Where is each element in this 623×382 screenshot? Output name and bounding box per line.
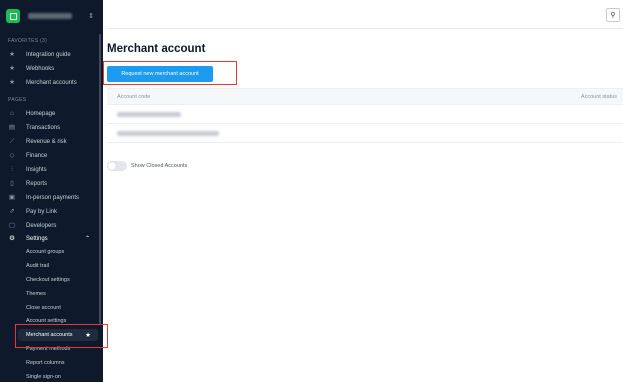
sidebar-item-revenue-risk[interactable]: ⟋ Revenue & risk: [8, 135, 98, 148]
sidebar-item-label: Homepage: [26, 110, 56, 117]
column-header-account-code[interactable]: Account code: [117, 94, 150, 100]
sidebar-item-label: In-person payments: [26, 194, 80, 201]
table-row[interactable]: [107, 124, 623, 143]
favorite-label: Integration guide: [26, 51, 71, 58]
favorite-item-merchant-accounts[interactable]: ★ Merchant accounts: [8, 76, 98, 89]
star-icon: ★: [9, 50, 15, 58]
developers-icon: ▢: [8, 221, 16, 229]
sidebar-item-pay-by-link[interactable]: ⇗ Pay by Link: [8, 205, 98, 218]
settings-item-label: Merchant accounts: [26, 332, 73, 338]
top-bar: ⚲: [106, 0, 623, 29]
sidebar-item-in-person-payments[interactable]: ▣ In-person payments: [8, 191, 98, 204]
favorite-label: Webhooks: [26, 65, 55, 72]
settings-item-audit-trail[interactable]: Audit trail: [26, 260, 49, 272]
page-title: Merchant account: [107, 43, 206, 55]
sidebar-item-finance[interactable]: ◇ Finance: [8, 149, 98, 162]
account-switcher[interactable]: ⇕: [6, 6, 100, 26]
settings-item-close-account[interactable]: Close account: [26, 302, 61, 314]
settings-item-account-settings[interactable]: Account settings: [26, 315, 66, 327]
reports-icon: ▯: [10, 179, 14, 187]
settings-item-themes[interactable]: Themes: [26, 288, 46, 300]
star-icon: ★: [9, 78, 15, 86]
sidebar-item-insights[interactable]: ⫶ Insights: [8, 163, 98, 176]
sidebar-item-label: Developers: [26, 222, 57, 229]
search-button[interactable]: ⚲: [606, 8, 620, 22]
show-closed-accounts: Show Closed Accounts: [107, 161, 187, 171]
table-row[interactable]: [107, 105, 623, 124]
favorite-item-webhooks[interactable]: ★ Webhooks: [8, 62, 98, 75]
finance-icon: ◇: [9, 151, 15, 159]
settings-item-checkout-settings[interactable]: Checkout settings: [26, 274, 70, 286]
account-code-redacted: [117, 111, 181, 117]
account-code-redacted: [117, 130, 219, 136]
sidebar-item-developers[interactable]: ▢ Developers: [8, 219, 98, 232]
show-closed-accounts-toggle[interactable]: [107, 161, 127, 171]
toggle-label: Show Closed Accounts: [131, 163, 188, 169]
sidebar-item-label: Transactions: [26, 124, 61, 131]
company-logo: [6, 9, 20, 23]
sidebar-item-label: Pay by Link: [26, 208, 58, 215]
sidebar-item-homepage[interactable]: ⌂ Homepage: [8, 107, 98, 120]
sidebar-item-label: Finance: [26, 152, 48, 159]
sidebar-item-transactions[interactable]: ▤ Transactions: [8, 121, 98, 134]
request-new-merchant-account-button[interactable]: Request new merchant account: [107, 66, 213, 82]
pages-heading: PAGES: [8, 97, 27, 103]
account-name-redacted: [28, 13, 72, 19]
favorite-item-integration-guide[interactable]: ★ Integration guide: [8, 48, 98, 61]
merchant-accounts-table: Account code Account status: [107, 88, 623, 143]
settings-item-account-groups[interactable]: Account groups: [26, 246, 64, 258]
sidebar-scrollbar[interactable]: [99, 34, 101, 324]
insights-icon: ⫶: [11, 165, 13, 173]
transactions-icon: ▤: [8, 123, 16, 131]
terminal-icon: ▣: [8, 193, 16, 201]
search-icon: ⚲: [610, 12, 616, 19]
sidebar-item-label: Insights: [26, 166, 47, 173]
home-icon: ⌂: [10, 109, 14, 117]
table-header-row: Account code Account status: [107, 88, 623, 105]
revenue-icon: ⟋: [9, 137, 15, 145]
sidebar-item-label: Reports: [26, 180, 48, 187]
sidebar-item-settings[interactable]: ⚙ Settings ⌃: [8, 232, 98, 245]
sidebar-item-label: Settings: [26, 235, 48, 242]
settings-item-single-sign-on[interactable]: Single sign-on: [26, 371, 61, 382]
star-icon: ★: [9, 64, 15, 72]
settings-item-report-columns[interactable]: Report columns: [26, 357, 65, 369]
chevron-updown-icon[interactable]: ⇕: [88, 13, 94, 20]
settings-item-merchant-accounts[interactable]: Merchant accounts ★: [18, 329, 98, 341]
sidebar: ⇕ FAVORITES (3) ★ Integration guide ★ We…: [0, 0, 103, 382]
favorites-heading: FAVORITES (3): [8, 38, 48, 44]
favorite-label: Merchant accounts: [26, 79, 77, 86]
column-header-account-status[interactable]: Account status: [581, 94, 617, 100]
settings-item-payment-methods[interactable]: Payment methods: [26, 343, 70, 355]
link-icon: ⇗: [9, 207, 15, 215]
sidebar-item-reports[interactable]: ▯ Reports: [8, 177, 98, 190]
gear-icon: ⚙: [9, 234, 15, 242]
chevron-up-icon[interactable]: ⌃: [85, 235, 90, 242]
sidebar-item-label: Revenue & risk: [26, 138, 67, 145]
star-icon[interactable]: ★: [85, 331, 91, 339]
